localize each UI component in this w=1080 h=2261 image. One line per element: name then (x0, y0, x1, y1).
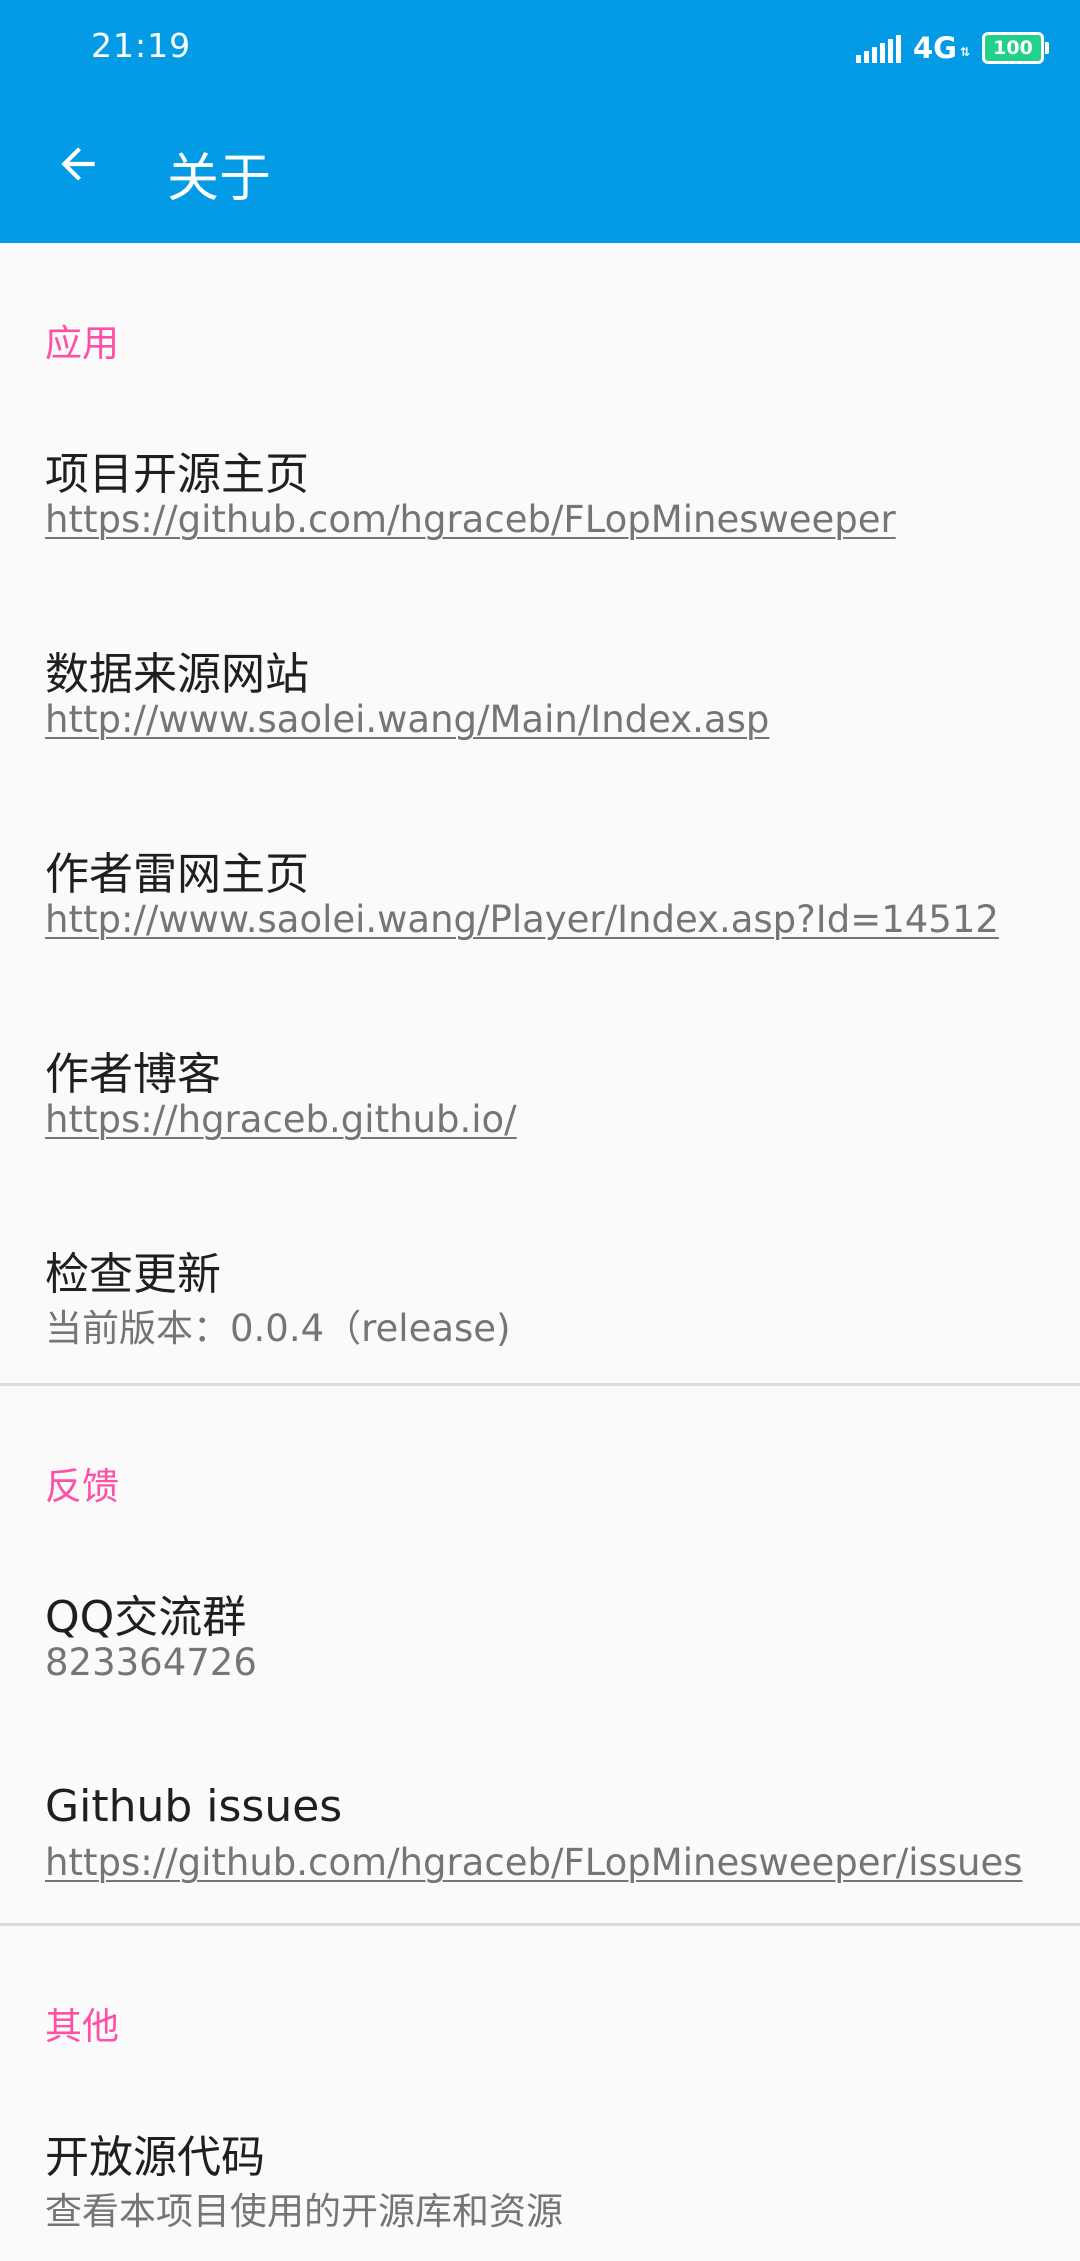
data-activity-icon: ⇅ (959, 45, 970, 59)
pref-title: 开放源代码 (45, 2132, 265, 2183)
pref-github-issues[interactable]: Github issues https://github.com/hgraceb… (0, 1721, 1080, 1923)
toolbar: 关于 (0, 96, 1080, 243)
app-bar: 21:19 4G ⇅ 100 关于 (0, 0, 1080, 243)
pref-summary: 查看本项目使用的开源库和资源 (45, 2190, 563, 2233)
pref-open-source-licenses[interactable]: 开放源代码 查看本项目使用的开源库和资源 (0, 2061, 1080, 2261)
status-icons: 4G ⇅ 100 (855, 28, 1049, 68)
pref-summary-link[interactable]: https://github.com/hgraceb/FLopMinesweep… (45, 1841, 1023, 1884)
section-header-app: 应用 (45, 322, 119, 365)
pref-title: 数据来源网站 (45, 649, 309, 700)
pref-data-source-site[interactable]: 数据来源网站 http://www.saolei.wang/Main/Index… (0, 578, 1080, 778)
signal-icon (855, 33, 901, 63)
pref-check-update[interactable]: 检查更新 当前版本：0.0.4（release) (0, 1178, 1080, 1383)
section-header-feedback: 反馈 (45, 1465, 119, 1508)
pref-summary-link[interactable]: https://hgraceb.github.io/ (45, 1098, 517, 1141)
pref-title: 项目开源主页 (45, 449, 309, 500)
status-time: 21:19 (91, 26, 192, 65)
pref-title: 检查更新 (45, 1249, 221, 1300)
pref-summary-link[interactable]: http://www.saolei.wang/Player/Index.asp?… (45, 898, 999, 941)
pref-qq-group[interactable]: QQ交流群 823364726 (0, 1521, 1080, 1721)
battery-level: 100 (993, 37, 1033, 59)
pref-title: 作者雷网主页 (45, 849, 309, 900)
pref-project-homepage[interactable]: 项目开源主页 https://github.com/hgraceb/FLopMi… (0, 378, 1080, 578)
section-header-other: 其他 (45, 2005, 119, 2048)
status-bar: 21:19 4G ⇅ 100 (0, 0, 1080, 96)
pref-summary-link[interactable]: https://github.com/hgraceb/FLopMinesweep… (45, 498, 896, 541)
pref-summary-link[interactable]: http://www.saolei.wang/Main/Index.asp (45, 698, 769, 741)
arrow-back-icon (61, 147, 95, 181)
back-button[interactable] (40, 126, 116, 202)
battery-icon: 100 (982, 32, 1049, 64)
pref-title: 作者博客 (45, 1049, 221, 1100)
pref-summary: 当前版本：0.0.4（release) (45, 1307, 511, 1350)
pref-summary: 823364726 (45, 1641, 257, 1684)
pref-author-blog[interactable]: 作者博客 https://hgraceb.github.io/ (0, 978, 1080, 1178)
pref-author-saolei-page[interactable]: 作者雷网主页 http://www.saolei.wang/Player/Ind… (0, 778, 1080, 978)
network-type: 4G ⇅ (912, 31, 970, 65)
preference-list: 应用 项目开源主页 https://github.com/hgraceb/FLo… (0, 243, 1080, 2261)
page-title: 关于 (167, 149, 272, 209)
pref-title: QQ交流群 (45, 1592, 247, 1643)
pref-title: Github issues (45, 1781, 343, 1832)
